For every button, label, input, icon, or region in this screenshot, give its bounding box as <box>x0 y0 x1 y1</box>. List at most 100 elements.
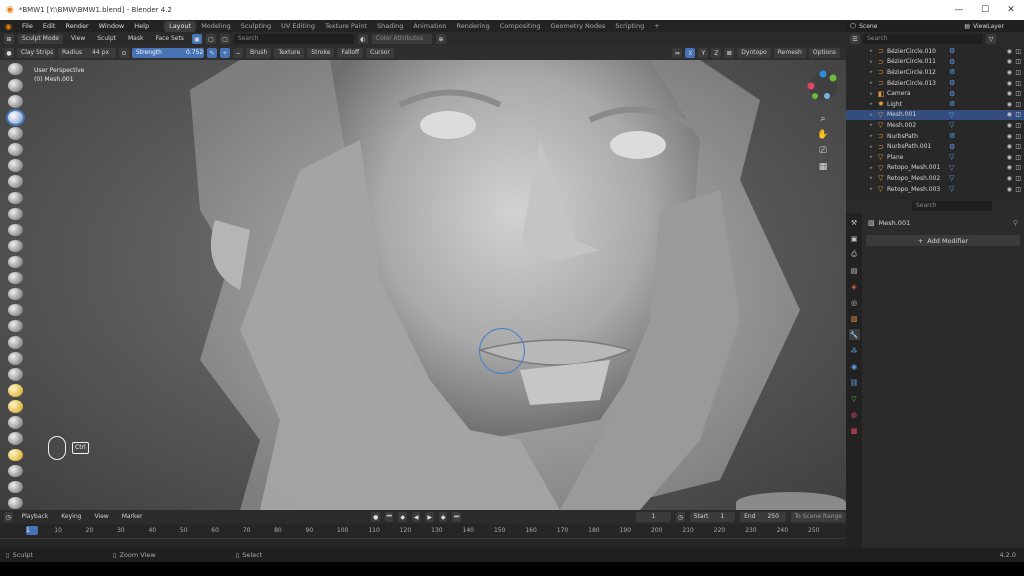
render-camera-icon[interactable]: ◫ <box>1015 122 1021 129</box>
world-tab-icon[interactable]: ◎ <box>849 297 860 308</box>
tab-compositing[interactable]: Compositing <box>495 21 546 32</box>
axis-z-toggle[interactable]: Z <box>711 48 722 58</box>
modifier-icon[interactable]: ⚙ <box>949 90 955 98</box>
visibility-eye-icon[interactable]: ◉ <box>1007 164 1012 171</box>
slide-relax-brush-icon[interactable] <box>7 416 23 429</box>
scrape-brush-icon[interactable] <box>7 255 23 269</box>
symmetry-icon[interactable]: ⇔ <box>672 48 683 58</box>
physics-tab-icon[interactable]: ◉ <box>849 361 860 372</box>
scene-range-toggle[interactable]: To Scene Range <box>790 512 846 522</box>
modifier-icon[interactable]: ▽ <box>949 121 954 129</box>
radius-unit-icon[interactable]: ⊙ <box>119 48 129 58</box>
playback-menu[interactable]: Playback <box>18 512 53 522</box>
zoom-icon[interactable]: ⌕ <box>820 114 825 124</box>
boundary-brush-icon[interactable] <box>7 432 23 445</box>
modifier-icon[interactable]: ▽ <box>949 174 954 182</box>
rotate-brush-icon[interactable] <box>7 400 23 413</box>
outliner-row[interactable]: ▸ ⊃ NurbsPath.001 ⚙ ◉ ◫ <box>846 141 1024 152</box>
visibility-eye-icon[interactable]: ◉ <box>1007 101 1012 108</box>
tab-geometry-nodes[interactable]: Geometry Nodes <box>546 21 611 32</box>
timeline-track[interactable]: 1 10 20 30 40 50 60 70 80 90 100 110 120 130 140 150 160… <box>0 524 846 548</box>
snake-hook-brush-icon[interactable] <box>7 336 23 349</box>
outliner-search-input[interactable]: Search <box>863 34 983 44</box>
visibility-eye-icon[interactable]: ◉ <box>1007 133 1012 140</box>
radius-field[interactable]: Radius 44 px <box>58 48 116 58</box>
expand-icon[interactable]: ▸ <box>870 69 878 75</box>
clay-strips-brush-icon[interactable] <box>7 111 23 124</box>
brush-name-field[interactable]: Clay Strips <box>17 48 55 58</box>
draw-brush-icon[interactable] <box>7 63 23 76</box>
expand-icon[interactable]: ▸ <box>870 122 878 128</box>
texture-tab-icon[interactable]: ▩ <box>849 425 860 436</box>
render-camera-icon[interactable]: ◫ <box>1015 143 1021 150</box>
particles-tab-icon[interactable]: ⁂ <box>849 345 860 356</box>
render-camera-icon[interactable]: ◫ <box>1015 111 1021 118</box>
render-camera-icon[interactable]: ◫ <box>1015 69 1021 76</box>
expand-icon[interactable]: ▸ <box>870 154 878 160</box>
outliner-row[interactable]: ▸ ⊃ BézierCircle.012 ⚙ ◉ ◫ <box>846 67 1024 78</box>
strength-field[interactable]: Strength 0.752 <box>132 48 204 58</box>
camera-view-icon[interactable]: ⎚ <box>819 146 826 156</box>
color-attributes-field[interactable]: Color Attributes <box>371 34 432 44</box>
editor-type-icon[interactable]: ⊞ <box>4 34 14 44</box>
stroke-dropdown[interactable]: Stroke <box>307 48 335 58</box>
menu-file[interactable]: File <box>17 22 38 30</box>
outliner-row[interactable]: ▸ ⊃ NurbsPath ⚙ ◉ ◫ <box>846 131 1024 142</box>
axis-x-toggle[interactable]: X <box>685 48 696 58</box>
lock-icon[interactable]: ⊠ <box>724 48 735 58</box>
expand-icon[interactable]: ▸ <box>870 144 878 150</box>
menu-sculpt[interactable]: Sculpt <box>93 34 120 44</box>
marker-menu[interactable]: Marker <box>118 512 147 522</box>
render-camera-icon[interactable]: ◫ <box>1015 175 1021 182</box>
clay-brush-icon[interactable] <box>7 95 23 108</box>
visibility-eye-icon[interactable]: ◉ <box>1007 143 1012 150</box>
modifier-icon[interactable]: ⚙ <box>949 143 955 151</box>
expand-icon[interactable]: ▸ <box>870 112 878 118</box>
tool-search-input[interactable]: Search <box>233 34 354 44</box>
nudge-brush-icon[interactable] <box>7 384 23 397</box>
multiplane-scrape-brush-icon[interactable] <box>7 271 23 285</box>
scene-name[interactable]: Scene <box>859 23 877 30</box>
render-camera-icon[interactable]: ◫ <box>1015 164 1021 171</box>
tab-modeling[interactable]: Modeling <box>196 21 236 32</box>
direction-subtract-icon[interactable]: − <box>233 48 243 58</box>
tab-texture-paint[interactable]: Texture Paint <box>320 21 372 32</box>
jump-start-icon[interactable]: ⏮ <box>384 512 394 522</box>
visibility-eye-icon[interactable]: ◉ <box>1007 111 1012 118</box>
modifier-icon[interactable]: ▽ <box>949 153 954 161</box>
record-icon[interactable]: ● <box>371 512 380 522</box>
texture-dropdown[interactable]: Texture <box>274 48 305 58</box>
jump-keyframe-back-icon[interactable]: ◆ <box>398 512 407 522</box>
properties-search-input[interactable]: Search <box>912 201 992 211</box>
flatten-brush-icon[interactable] <box>7 223 23 237</box>
cursor-dropdown[interactable]: Cursor <box>366 48 394 58</box>
play-reverse-icon[interactable]: ◀ <box>411 512 421 522</box>
grab-brush-icon[interactable] <box>7 303 23 317</box>
outliner-row[interactable]: ▸ ▽ Mesh.001 ▽ ◉ ◫ <box>846 109 1024 121</box>
elastic-deform-brush-icon[interactable] <box>7 320 23 333</box>
object-name-field[interactable]: Mesh.001 <box>879 219 911 227</box>
menu-window[interactable]: Window <box>94 22 130 30</box>
modifier-icon[interactable]: ▽ <box>949 164 954 172</box>
visibility-eye-icon[interactable]: ◉ <box>1007 175 1012 182</box>
expand-icon[interactable]: ▸ <box>870 175 878 181</box>
menu-help[interactable]: Help <box>129 22 154 30</box>
tab-uv-editing[interactable]: UV Editing <box>276 21 320 32</box>
output-tab-icon[interactable]: ⎙ <box>849 249 860 260</box>
minimize-button[interactable]: — <box>946 0 972 20</box>
outliner-row[interactable]: ▸ ▽ Retopo_Mesh.003 ▽ ◉ ◫ <box>846 184 1024 195</box>
mode-select[interactable]: Sculpt Mode <box>18 34 63 44</box>
render-camera-icon[interactable]: ◫ <box>1015 133 1021 140</box>
visibility-eye-icon[interactable]: ◉ <box>1007 58 1012 65</box>
timeline-type-icon[interactable]: ◷ <box>4 512 13 522</box>
object-tab-icon[interactable]: ▧ <box>849 313 860 324</box>
close-button[interactable]: ✕ <box>998 0 1024 20</box>
expand-icon[interactable]: ▸ <box>870 91 878 97</box>
select-mode-2-icon[interactable]: ▢ <box>219 34 230 44</box>
outliner-row[interactable]: ▸ ▽ Retopo_Mesh.002 ▽ ◉ ◫ <box>846 173 1024 184</box>
color-attr-icon[interactable]: ◐ <box>357 34 368 44</box>
pose-brush-icon[interactable] <box>7 368 23 381</box>
outliner-row[interactable]: ▸ ◧ Camera ⚙ ◉ ◫ <box>846 88 1024 99</box>
modifier-icon[interactable]: ⚙ <box>949 47 955 55</box>
visibility-eye-icon[interactable]: ◉ <box>1007 154 1012 161</box>
